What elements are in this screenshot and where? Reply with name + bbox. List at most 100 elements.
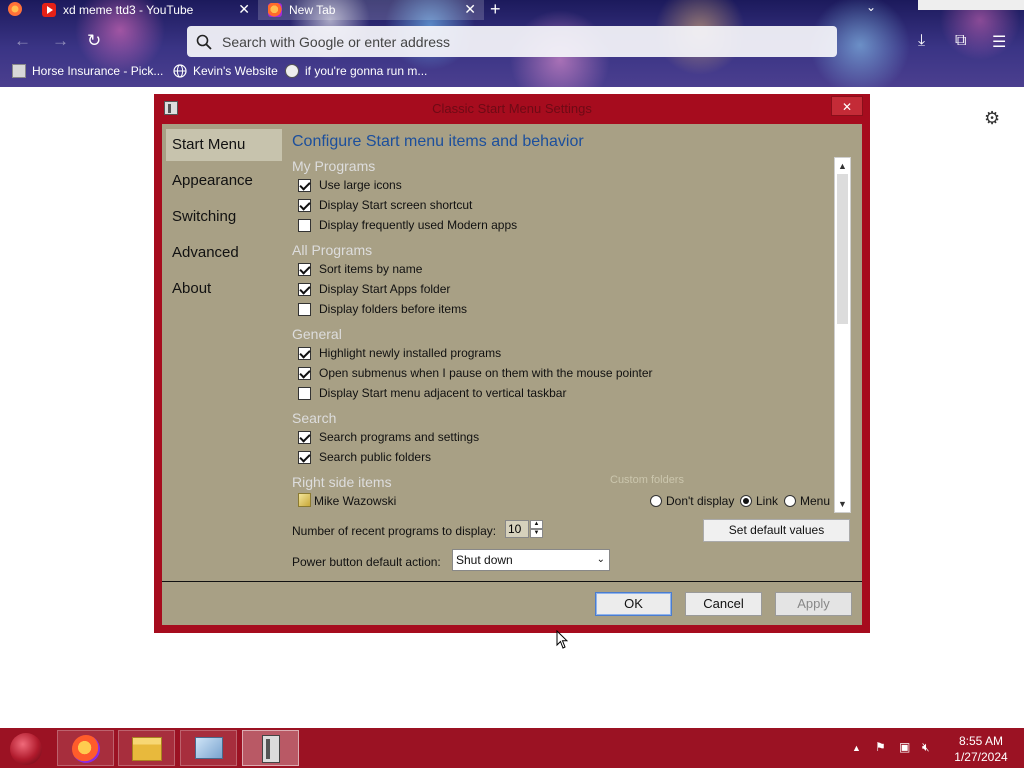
hamburger-menu-icon[interactable]: ☰ (992, 32, 1006, 52)
radio-circle[interactable] (784, 495, 796, 507)
firefox-icon (72, 735, 100, 763)
extensions-puzzle-icon[interactable]: ⧉ (955, 32, 966, 50)
right-side-item-row[interactable]: Mike Wazowski Don't display Link Menu (292, 490, 837, 510)
resource-monitor-icon (195, 737, 223, 759)
radio-link[interactable]: Link (740, 494, 778, 508)
downloads-icon[interactable]: ⤓ (918, 32, 925, 50)
search-input[interactable] (222, 33, 812, 50)
options-list: My Programs Use large icons Display Star… (292, 156, 850, 514)
sidebar-item-advanced[interactable]: Advanced (166, 237, 282, 269)
option-label: Display Start menu adjacent to vertical … (319, 386, 567, 400)
clock-time: 8:55 AM (958, 734, 1004, 748)
option-display-start-screen-shortcut[interactable]: Display Start screen shortcut (298, 198, 472, 212)
system-clock[interactable]: 8:55 AM 1/27/2024 (950, 733, 1012, 765)
option-highlight-new-programs[interactable]: Highlight newly installed programs (298, 346, 501, 360)
radio-circle[interactable] (650, 495, 662, 507)
footer-divider (162, 581, 862, 582)
taskbar-file-explorer[interactable] (118, 730, 175, 766)
option-sort-items-by-name[interactable]: Sort items by name (298, 262, 422, 276)
browser-chrome: xd meme ttd3 - YouTube ✕ New Tab ✕ + ⌄ ←… (0, 0, 1024, 87)
option-label: Highlight newly installed programs (319, 346, 502, 360)
taskbar-firefox[interactable] (57, 730, 114, 766)
user-folder-icon (298, 493, 311, 507)
power-action-select[interactable]: Shut down ⌄ (452, 549, 610, 571)
firefox-menu-icon[interactable] (6, 1, 24, 17)
option-search-public-folders[interactable]: Search public folders (298, 450, 431, 464)
forward-arrow-icon[interactable]: → (52, 32, 69, 50)
tab-youtube[interactable]: xd meme ttd3 - YouTube ✕ (32, 0, 258, 20)
checkbox[interactable] (298, 218, 311, 232)
tab-close-icon[interactable]: ✕ (464, 1, 476, 18)
scroll-up-icon[interactable]: ▲ (835, 158, 850, 174)
radio-circle[interactable] (740, 495, 752, 507)
taskbar-resource-monitor[interactable] (180, 730, 237, 766)
checkbox[interactable] (298, 346, 311, 360)
checkbox[interactable] (298, 282, 311, 296)
option-adjacent-vertical-taskbar[interactable]: Display Start menu adjacent to vertical … (298, 386, 566, 400)
radio-dont-display[interactable]: Don't display (650, 494, 734, 508)
bookmark-gonna-run[interactable]: if you're gonna run m... (285, 64, 427, 78)
scroll-down-icon[interactable]: ▼ (835, 496, 850, 512)
sidebar-item-start-menu[interactable]: Start Menu (166, 129, 282, 161)
option-folders-before-items[interactable]: Display folders before items (298, 302, 467, 316)
option-search-programs-settings[interactable]: Search programs and settings (298, 430, 479, 444)
cancel-button[interactable]: Cancel (685, 592, 762, 616)
bookmark-horse-insurance[interactable]: Horse Insurance - Pick... (12, 64, 163, 78)
checkbox[interactable] (298, 302, 311, 316)
options-scrollbar[interactable]: ▲ ▼ (834, 157, 851, 513)
new-tab-plus-icon[interactable]: + (490, 0, 501, 20)
apply-button[interactable]: Apply (775, 592, 852, 616)
checkbox[interactable] (298, 178, 311, 192)
address-bar[interactable] (187, 26, 837, 57)
tab-close-icon[interactable]: ✕ (238, 1, 250, 18)
option-display-start-apps-folder[interactable]: Display Start Apps folder (298, 282, 450, 296)
list-all-tabs-chevron-icon[interactable]: ⌄ (866, 0, 876, 14)
option-label: Display frequently used Modern apps (319, 218, 518, 232)
scroll-thumb[interactable] (837, 174, 848, 324)
action-center-flag-icon[interactable]: ⚑ (875, 740, 886, 754)
recent-programs-label: Number of recent programs to display: (292, 524, 497, 538)
search-icon (196, 34, 212, 50)
checkbox[interactable] (298, 198, 311, 212)
checkbox[interactable] (298, 450, 311, 464)
option-open-submenus-on-pause[interactable]: Open submenus when I pause on them with … (298, 366, 653, 380)
settings-sidebar: Start Menu Appearance Switching Advanced… (162, 124, 282, 579)
checkbox[interactable] (298, 262, 311, 276)
option-label: Open submenus when I pause on them with … (319, 366, 653, 380)
start-button-orb-icon[interactable] (10, 733, 42, 765)
bookmark-label: if you're gonna run m... (305, 64, 428, 78)
checkbox[interactable] (298, 366, 311, 380)
sidebar-item-switching[interactable]: Switching (166, 201, 282, 233)
stepper-up-icon[interactable]: ▲ (530, 520, 543, 529)
volume-muted-icon[interactable]: 🔇︎ (922, 740, 930, 755)
newtab-settings-gear-icon[interactable]: ⚙ (984, 108, 1000, 129)
chevron-down-icon: ⌄ (596, 554, 605, 565)
ok-button[interactable]: OK (595, 592, 672, 616)
taskbar-classic-start-settings[interactable] (242, 730, 299, 766)
option-label: Display folders before items (319, 302, 468, 316)
dialog-titlebar[interactable]: Classic Start Menu Settings ✕ (154, 94, 870, 123)
custom-folders-label: Custom folders (610, 474, 684, 486)
network-icon[interactable]: ▣ (899, 740, 910, 754)
window-controls[interactable] (918, 0, 1024, 10)
stepper-down-icon[interactable]: ▼ (530, 529, 543, 538)
bookmark-label: Kevin's Website (193, 64, 278, 78)
bookmark-kevins-website[interactable]: Kevin's Website (173, 64, 278, 78)
checkbox[interactable] (298, 386, 311, 400)
recent-programs-input[interactable] (505, 520, 529, 538)
bookmarks-toolbar: Horse Insurance - Pick... Kevin's Websit… (0, 62, 1024, 84)
recent-programs-stepper[interactable]: ▲ ▼ (505, 520, 543, 538)
radio-menu[interactable]: Menu (784, 494, 830, 508)
checkbox[interactable] (298, 430, 311, 444)
show-hidden-icons-chevron-icon[interactable]: ▲ (852, 743, 861, 753)
set-default-values-button[interactable]: Set default values (703, 519, 850, 542)
group-title-all-programs: All Programs (292, 242, 373, 258)
tab-new-tab[interactable]: New Tab ✕ (258, 0, 484, 20)
back-arrow-icon[interactable]: ← (14, 32, 31, 50)
dialog-close-button[interactable]: ✕ (831, 96, 863, 116)
sidebar-item-about[interactable]: About (166, 273, 282, 305)
reload-icon[interactable]: ↻ (87, 32, 101, 50)
option-use-large-icons[interactable]: Use large icons (298, 178, 402, 192)
option-display-frequent-modern-apps[interactable]: Display frequently used Modern apps (298, 218, 517, 232)
sidebar-item-appearance[interactable]: Appearance (166, 165, 282, 197)
